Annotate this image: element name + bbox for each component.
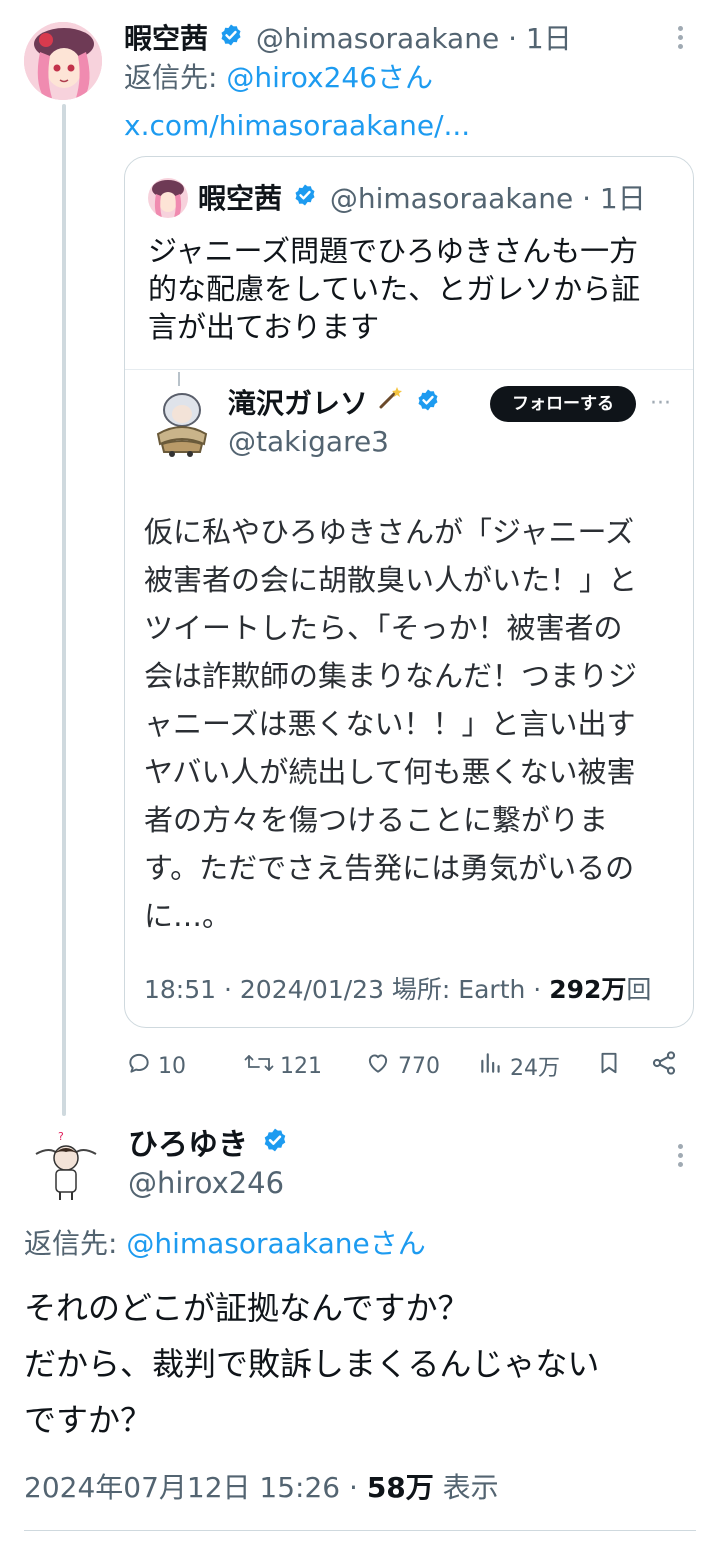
- tweet1-separator: ·: [508, 22, 526, 55]
- quote-text-line: 的な配慮をしていた、とガレソから証: [148, 272, 641, 306]
- tweet1-handle[interactable]: @himasoraakane: [256, 22, 499, 55]
- embedded-meta-views-unit: 回: [626, 975, 652, 1004]
- tweet2-display-name[interactable]: ひろゆき: [128, 1128, 248, 1163]
- tweet2-reply-line: 返信先: @himasoraakaneさん: [24, 1226, 426, 1262]
- tweet1-header: 暇空茜 @himasoraakane · 1日: [124, 20, 572, 56]
- avatar-hirox246[interactable]: ?: [28, 1128, 104, 1204]
- quote-text: ジャニーズ問題でひろゆきさんも一方 的な配慮をしていた、とガレソから証 言が出て…: [148, 232, 640, 346]
- embedded-text-line: 被害者の会に胡散臭い人がいた！」と: [144, 563, 638, 597]
- embedded-text-line: 仮に私やひろゆきさんが「ジャニーズ: [144, 515, 635, 549]
- avatar-himasoraakane[interactable]: [24, 22, 102, 100]
- embedded-avatar-takigare: [144, 386, 218, 460]
- reply-button[interactable]: 10: [126, 1046, 186, 1086]
- tweet2-text-line: だから、裁判で敗訴しまくるんじゃない: [24, 1345, 600, 1383]
- embedded-text-line: 会は詐欺師の集まりなんだ！つまりジ: [144, 659, 638, 693]
- tweet1-display-name[interactable]: 暇空茜: [124, 22, 208, 55]
- analytics-icon: [478, 1050, 510, 1082]
- quote-text-line: ジャニーズ問題でひろゆきさんも一方: [148, 234, 639, 268]
- tweet2-reply-prefix: 返信先:: [24, 1227, 127, 1260]
- quote-avatar-himasoraakane: [148, 178, 188, 218]
- retweet-button[interactable]: 121: [244, 1046, 322, 1086]
- quote-display-name: 暇空茜: [198, 182, 283, 215]
- embedded-text-line: ツイートしたら、「そっか！被害者の: [144, 611, 623, 645]
- reply-count: 10: [158, 1053, 186, 1079]
- embedded-display-name: 滝沢ガレソ: [228, 387, 369, 420]
- tweet2-timestamp[interactable]: 2024年07月12日 15:26 ·: [24, 1471, 367, 1504]
- quote-time: 1日: [599, 182, 646, 215]
- like-button[interactable]: 770: [364, 1046, 440, 1086]
- tweet1-more-icon[interactable]: [676, 26, 684, 53]
- embedded-more-icon: ···: [650, 391, 671, 416]
- embedded-text-line: ヤバい人が続出して何も悪くない被害: [144, 755, 636, 789]
- verified-badge-icon: [293, 180, 317, 216]
- embedded-text-line: に…。: [144, 899, 232, 933]
- embedded-header: 滝沢ガレソ: [228, 384, 440, 426]
- share-icon: [650, 1049, 684, 1083]
- verified-badge-icon: [416, 385, 440, 421]
- tweet1-reply-prefix: 返信先:: [124, 61, 227, 94]
- follow-button: フォローする: [490, 386, 636, 422]
- bookmark-button[interactable]: [596, 1046, 628, 1086]
- quote-handle: @himasoraakane: [329, 182, 574, 215]
- tweet2-text-line: ですか？: [24, 1401, 153, 1439]
- like-count: 770: [398, 1053, 440, 1079]
- views-count: 24万: [510, 1056, 560, 1081]
- embedded-meta-time: 18:51 · 2024/01/23 場所: Earth ·: [144, 975, 550, 1004]
- share-button[interactable]: [650, 1046, 684, 1086]
- tweet2-meta: 2024年07月12日 15:26 · 58万 表示: [24, 1470, 499, 1506]
- embedded-text-line: 者の方々を傷つけることに繋がりま: [144, 803, 609, 837]
- embedded-text-line: す。ただでさえ告発には勇気がいるの: [144, 851, 635, 885]
- heart-icon: [364, 1050, 398, 1082]
- embedded-handle: @takigare3: [228, 425, 389, 458]
- tweet2-views: 58万: [366, 1471, 434, 1504]
- tweet2-views-label: 表示: [433, 1471, 499, 1504]
- tweet2-reply-to-link[interactable]: @himasoraakaneさん: [126, 1227, 425, 1260]
- quote-text-line: 言が出ております: [148, 310, 380, 344]
- embedded-meta-views: 292万: [549, 975, 627, 1004]
- embedded-text-line: ャニーズは悪くない！！」と言い出す: [144, 707, 636, 741]
- embedded-meta: 18:51 · 2024/01/23 場所: Earth · 292万回: [144, 972, 651, 1008]
- verified-badge-icon: [219, 20, 243, 56]
- tweet1-link[interactable]: x.com/himasoraakane/...: [124, 108, 470, 144]
- bottom-divider: [24, 1530, 696, 1531]
- views-button[interactable]: 24万: [478, 1046, 560, 1086]
- retweet-icon: [244, 1050, 280, 1082]
- tweet2-header: ひろゆき: [128, 1124, 288, 1168]
- tweet2-more-icon[interactable]: [676, 1144, 684, 1171]
- embedded-thread-tick: [178, 372, 180, 386]
- svg-text:?: ?: [58, 1130, 64, 1143]
- tweet2-handle[interactable]: @hirox246: [128, 1164, 284, 1202]
- tweet1-time[interactable]: 1日: [526, 22, 572, 55]
- embedded-text: 仮に私やひろゆきさんが「ジャニーズ 被害者の会に胡散臭い人がいた！」と ツイート…: [144, 508, 637, 940]
- tweet2-text-line: それのどこが証拠なんですか？: [24, 1289, 470, 1327]
- quote-header: 暇空茜 @himasoraakane · 1日: [198, 180, 646, 220]
- bookmark-icon: [596, 1049, 628, 1083]
- tweet2-text: それのどこが証拠なんですか？ だから、裁判で敗訴しまくるんじゃない ですか？: [24, 1280, 599, 1448]
- magic-wand-icon: [377, 384, 403, 420]
- quote-separator: ·: [582, 182, 600, 215]
- verified-badge-icon: [262, 1124, 288, 1164]
- tweet1-reply-line: 返信先: @hirox246さん: [124, 60, 433, 96]
- reply-icon: [126, 1050, 158, 1082]
- retweet-count: 121: [280, 1053, 322, 1079]
- tweet1-reply-to-link[interactable]: @hirox246さん: [226, 61, 433, 94]
- thread-connector-line: [62, 104, 66, 1116]
